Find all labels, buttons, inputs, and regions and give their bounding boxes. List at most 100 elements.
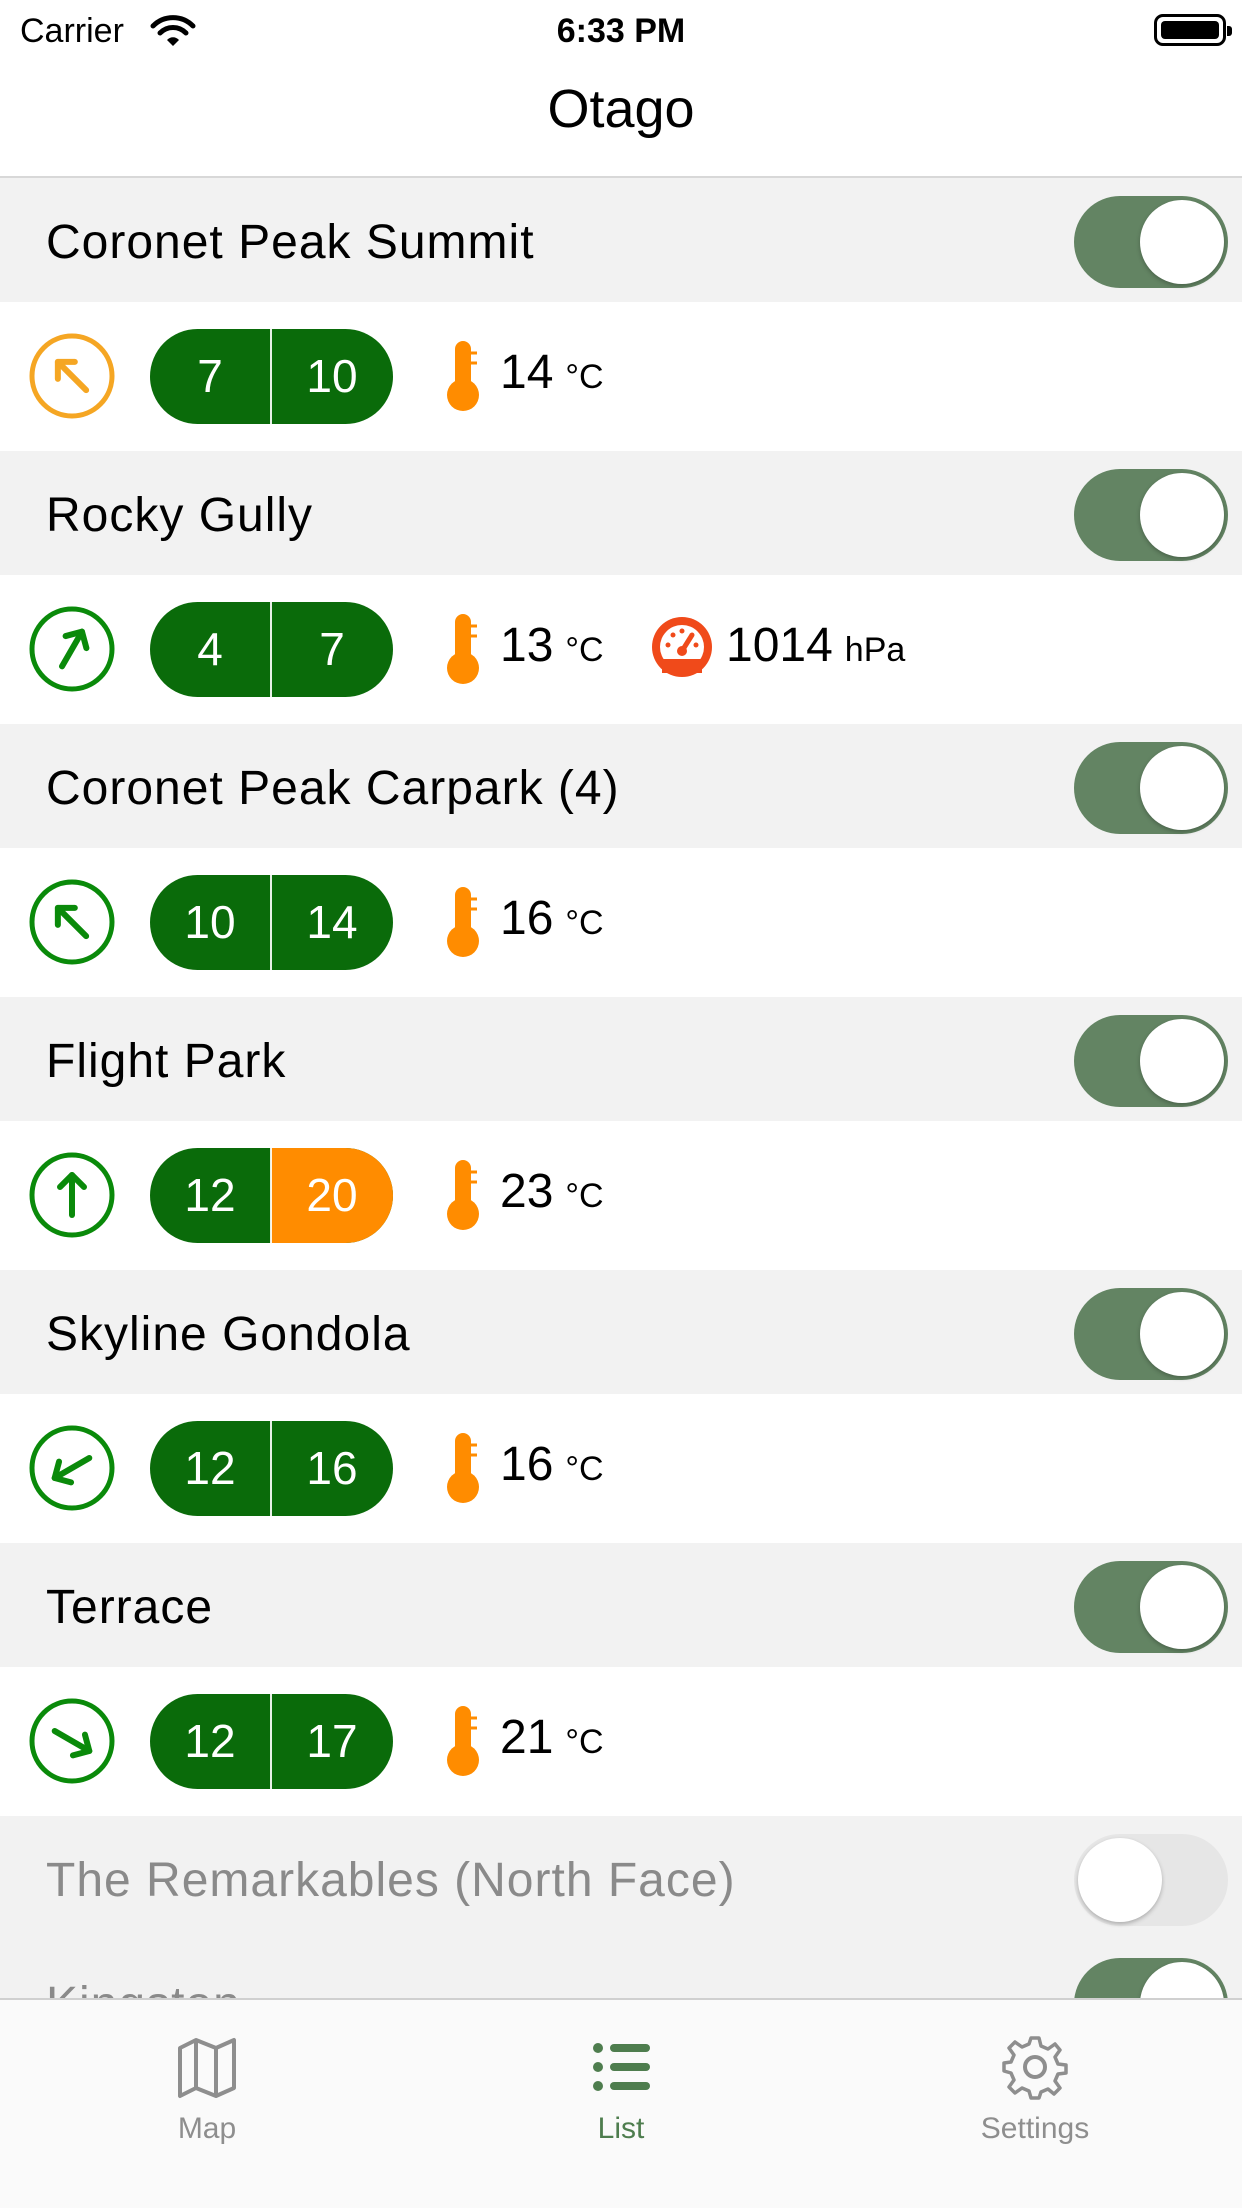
arrow-down-left-icon [28, 1424, 116, 1512]
wind-average: 12 [184, 1169, 236, 1221]
station-toggle[interactable] [1074, 1958, 1228, 1998]
wind-speed-pill: 12 20 [150, 1148, 393, 1243]
station-row: Coronet Peak Summit 7 10 14 °C [0, 178, 1242, 451]
wind-average: 4 [197, 623, 223, 675]
toggle-knob [1140, 1565, 1224, 1649]
wind-speed-pill: 7 10 [150, 329, 393, 424]
station-name: Terrace [46, 1581, 214, 1634]
temperature-unit: °C [565, 631, 604, 669]
station-header[interactable]: Coronet Peak Carpark (4) [0, 724, 1242, 848]
pill-divider [270, 875, 272, 970]
station-list[interactable]: Coronet Peak Summit 7 10 14 °C Rocky Gully 4 7 1… [0, 178, 1242, 1998]
temperature-value: 21 [500, 1711, 554, 1764]
thermometer-icon [443, 1431, 483, 1505]
station-row: Kingston [0, 1940, 1242, 1998]
temperature: 16 °C [500, 891, 604, 946]
station-header[interactable]: Terrace [0, 1543, 1242, 1667]
temperature: 14 °C [500, 345, 604, 400]
toggle-knob [1140, 473, 1224, 557]
thermometer-icon [443, 612, 483, 686]
wind-average: 10 [184, 896, 236, 948]
wind-speed-pill: 47 [150, 602, 393, 697]
thermometer-icon [443, 1158, 483, 1232]
temperature-unit: °C [565, 1723, 604, 1761]
station-readings[interactable]: 7 10 14 °C [0, 302, 1242, 451]
station-toggle[interactable] [1074, 469, 1228, 561]
thermometer-icon [443, 339, 483, 413]
arrow-up-left-icon [28, 878, 116, 966]
thermometer-icon [443, 885, 483, 959]
station-row: The Remarkables (North Face) [0, 1816, 1242, 1940]
clock: 6:33 PM [556, 12, 686, 50]
station-header[interactable]: Flight Park [0, 997, 1242, 1121]
wind-gust: 16 [306, 1442, 358, 1494]
temperature-value: 16 [500, 892, 554, 945]
tab-settings[interactable]: Settings [828, 2000, 1242, 2160]
wind-gust: 14 [306, 896, 358, 948]
station-name: Kingston [46, 1977, 241, 1998]
barometer-icon [648, 613, 716, 681]
wind-speed-pill: 12 17 [150, 1694, 393, 1789]
station-toggle[interactable] [1074, 1288, 1228, 1380]
station-toggle[interactable] [1074, 1561, 1228, 1653]
wind-gust: 7 [319, 623, 345, 675]
station-toggle[interactable] [1074, 1834, 1228, 1926]
list-icon [588, 2034, 654, 2100]
status-bar: Carrier 6:33 PM [0, 0, 1242, 60]
pressure-value: 1014 [726, 619, 833, 672]
temperature-value: 16 [500, 1438, 554, 1491]
toggle-knob [1078, 1838, 1162, 1922]
station-row: Rocky Gully 4 7 13 °C 1014 hPa [0, 451, 1242, 724]
temperature-value: 23 [500, 1165, 554, 1218]
pill-divider [270, 1694, 272, 1789]
station-header[interactable]: The Remarkables (North Face) [0, 1816, 1242, 1940]
station-name: Coronet Peak Summit [46, 216, 535, 269]
temperature: 23 °C [500, 1164, 604, 1219]
pill-divider [270, 1421, 272, 1516]
pill-divider [270, 1148, 272, 1243]
thermometer-icon [443, 1704, 483, 1778]
wind-average: 12 [184, 1715, 236, 1767]
toggle-knob [1140, 1292, 1224, 1376]
station-name: The Remarkables (North Face) [46, 1854, 736, 1907]
station-toggle[interactable] [1074, 1015, 1228, 1107]
station-header[interactable]: Skyline Gondola [0, 1270, 1242, 1394]
station-header[interactable]: Kingston [0, 1940, 1242, 1998]
temperature-unit: °C [565, 904, 604, 942]
temperature-unit: °C [565, 1177, 604, 1215]
arrow-down-right-icon [28, 1697, 116, 1785]
wind-gust: 10 [306, 350, 358, 402]
wind-speed-pill: 10 14 [150, 875, 393, 970]
station-name: Skyline Gondola [46, 1308, 411, 1361]
pill-divider [270, 602, 272, 697]
wind-average: 7 [197, 350, 223, 402]
station-name: Coronet Peak Carpark (4) [46, 762, 620, 815]
tab-list[interactable]: List [414, 2000, 828, 2160]
temperature-unit: °C [565, 1450, 604, 1488]
station-readings[interactable]: 10 14 16 °C [0, 848, 1242, 997]
station-readings[interactable]: 4 7 13 °C 1014 hPa [0, 575, 1242, 724]
page-title: Otago [547, 79, 695, 139]
station-name: Rocky Gully [46, 489, 314, 542]
temperature: 13 °C [500, 618, 604, 673]
station-toggle[interactable] [1074, 196, 1228, 288]
station-header[interactable]: Rocky Gully [0, 451, 1242, 575]
wind-speed-pill: 12 16 [150, 1421, 393, 1516]
station-readings[interactable]: 12 17 21 °C [0, 1667, 1242, 1816]
tab-label: Map [177, 2112, 237, 2145]
tab-bar: Map List Settings [0, 1998, 1242, 2208]
station-readings[interactable]: 12 20 23 °C [0, 1121, 1242, 1270]
station-row: Coronet Peak Carpark (4) 10 14 16 °C [0, 724, 1242, 997]
station-toggle[interactable] [1074, 742, 1228, 834]
temperature: 21 °C [500, 1710, 604, 1765]
temperature: 16 °C [500, 1437, 604, 1492]
wind-gust: 17 [306, 1715, 358, 1767]
station-row: Skyline Gondola 12 16 16 °C [0, 1270, 1242, 1543]
tab-map[interactable]: Map [0, 2000, 414, 2160]
arrow-up-right-icon [28, 605, 116, 693]
wind-average: 12 [184, 1442, 236, 1494]
tab-label: Settings [980, 2112, 1090, 2145]
station-header[interactable]: Coronet Peak Summit [0, 178, 1242, 302]
arrow-up-left-icon [28, 332, 116, 420]
station-readings[interactable]: 12 16 16 °C [0, 1394, 1242, 1543]
